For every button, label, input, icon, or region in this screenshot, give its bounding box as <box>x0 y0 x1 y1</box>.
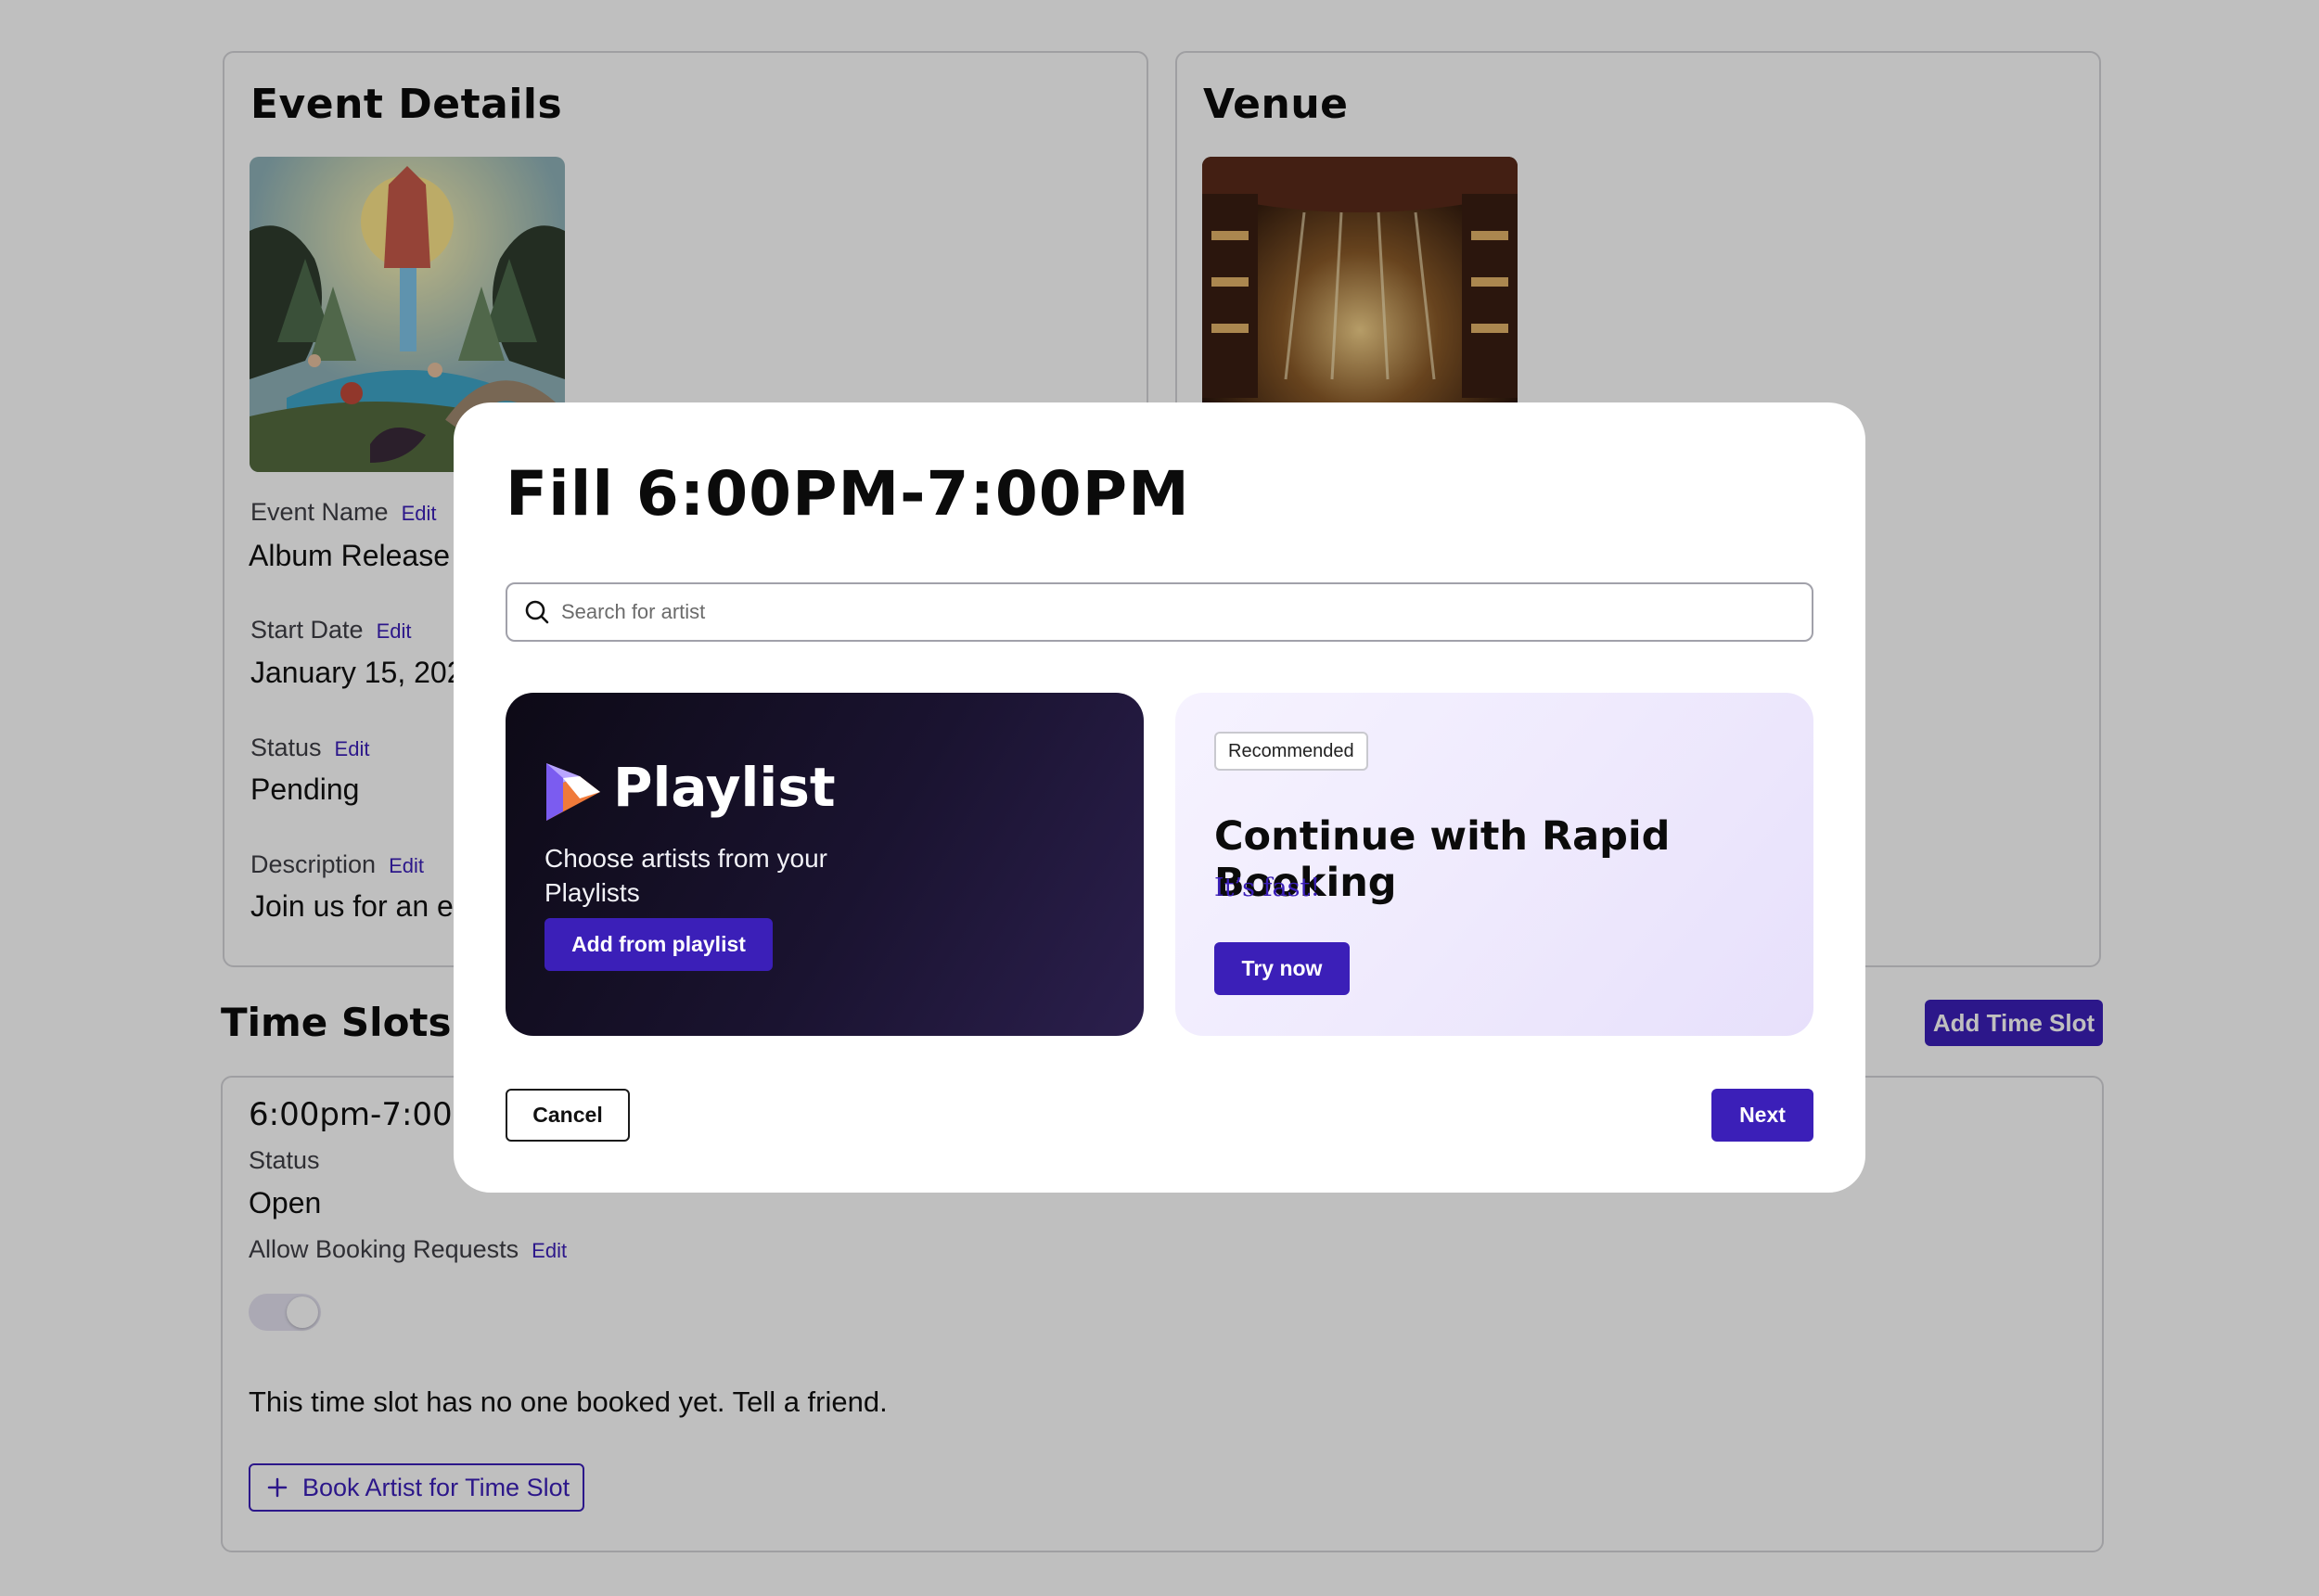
rapid-booking-subtitle: It’s fast! <box>1214 874 1321 902</box>
playlist-logo-icon <box>546 763 600 821</box>
artist-search-input[interactable] <box>561 600 1812 624</box>
playlist-description: Choose artists from your Playlists <box>545 844 827 907</box>
next-button[interactable]: Next <box>1711 1089 1813 1142</box>
try-now-button[interactable]: Try now <box>1214 942 1350 995</box>
recommended-badge: Recommended <box>1214 732 1368 771</box>
search-icon <box>525 600 549 624</box>
playlist-name: Playlist <box>613 756 836 819</box>
page: Event Details Event Name Edit Album Rele… <box>0 0 2319 1596</box>
modal-title: Fill 6:00PM-7:00PM <box>506 458 1190 530</box>
playlist-option-card[interactable]: Playlist Choose artists from your Playli… <box>506 693 1144 1036</box>
fill-slot-modal: Fill 6:00PM-7:00PM Playlist Choose artis… <box>454 402 1865 1193</box>
cancel-button[interactable]: Cancel <box>506 1089 630 1142</box>
artist-search-box[interactable] <box>506 582 1813 642</box>
add-from-playlist-button[interactable]: Add from playlist <box>545 918 773 971</box>
rapid-booking-card[interactable]: Recommended Continue with Rapid Booking … <box>1175 693 1813 1036</box>
